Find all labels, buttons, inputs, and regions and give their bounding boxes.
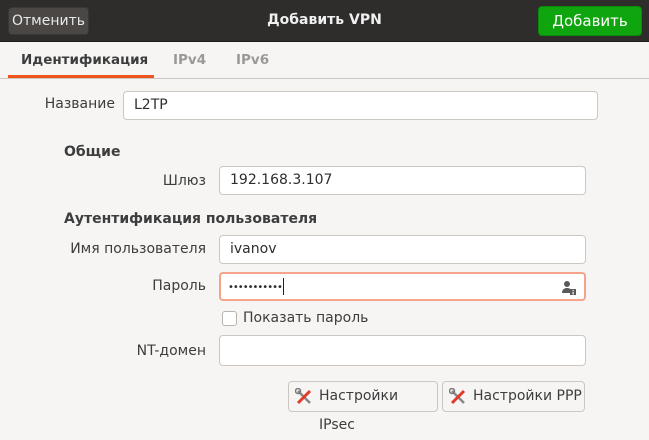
active-tab-indicator (8, 75, 154, 78)
gateway-input[interactable]: 192.168.3.107 (219, 166, 586, 195)
password-input[interactable]: ••••••••••• (219, 272, 586, 301)
name-input[interactable]: L2TP (123, 91, 598, 120)
tab-ipv4[interactable]: IPv4 (173, 52, 206, 68)
add-button[interactable]: Добавить (538, 6, 642, 36)
ntdomain-label: NT-домен (136, 343, 206, 359)
auth-heading: Аутентификация пользователя (64, 211, 318, 227)
header-bar: Отменить Добавить VPN Добавить (0, 0, 649, 42)
name-label: Название (44, 96, 115, 112)
gateway-label: Шлюз (162, 173, 206, 189)
ppp-settings-button[interactable]: Настройки PPP (442, 381, 585, 412)
tab-ipv6[interactable]: IPv6 (236, 52, 269, 68)
ipsec-settings-button[interactable]: Настройки IPsec (288, 381, 438, 433)
show-password-label[interactable]: Показать пароль (243, 310, 368, 326)
tab-identity[interactable]: Идентификация (21, 52, 148, 68)
tab-bar: Идентификация IPv4 IPv6 (0, 42, 649, 79)
general-heading: Общие (64, 144, 121, 160)
password-label: Пароль (152, 278, 206, 294)
show-password-checkbox[interactable] (222, 311, 237, 326)
password-value: ••••••••••• (228, 282, 283, 293)
ntdomain-input[interactable] (219, 335, 586, 366)
text-caret (282, 277, 284, 295)
tools-icon (295, 388, 312, 405)
ppp-settings-label: Настройки PPP (473, 388, 582, 404)
tools-icon (449, 388, 466, 405)
password-storage-icon[interactable] (561, 280, 577, 296)
ipsec-settings-label: Настройки IPsec (319, 388, 399, 433)
username-label: Имя пользователя (70, 241, 206, 257)
username-input[interactable]: ivanov (219, 235, 586, 264)
